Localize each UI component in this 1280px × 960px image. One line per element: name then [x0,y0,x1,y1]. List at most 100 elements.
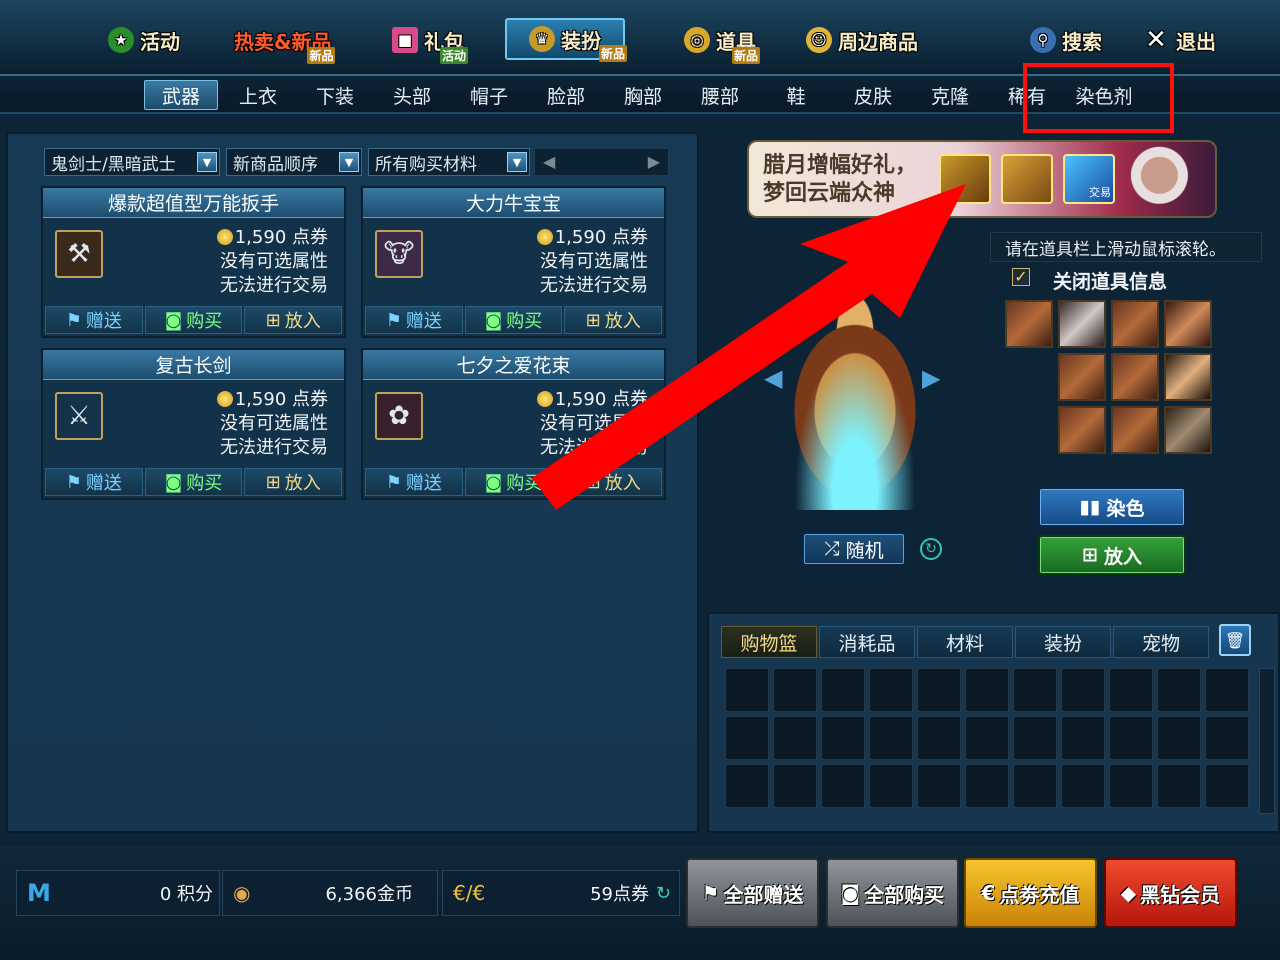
material-filter[interactable]: 所有购买材料 ▼ [368,148,530,176]
basket-slot[interactable] [1109,716,1153,760]
tab-head[interactable]: 头部 [375,80,449,110]
nav-search[interactable]: ⚲ 搜索 [1030,20,1102,60]
basket-slot[interactable] [1061,716,1105,760]
recharge-button[interactable]: € 点劵充值 [964,858,1097,928]
basket-slot[interactable] [917,668,961,712]
wrench-axe-icon[interactable]: ⚒ [55,230,103,278]
basket-slot[interactable] [725,716,769,760]
promo-banner[interactable]: 腊月增幅好礼， 梦回云端众神 交易 [747,140,1217,218]
basket-slot[interactable] [773,764,817,808]
vip-button[interactable]: ◆ 黑钻会员 [1104,858,1237,928]
basket-scrollbar[interactable] [1259,668,1275,814]
tab-waist[interactable]: 腰部 [683,80,757,110]
tab-consumables[interactable]: 消耗品 [819,626,915,658]
equip-slot[interactable] [1164,300,1212,348]
rotate-right-button[interactable]: ▶ [922,364,940,392]
flower-bouquet-icon[interactable]: ✿ [375,392,423,440]
equip-slot[interactable] [1111,300,1159,348]
close-info-checkbox[interactable]: ✓ [1012,268,1030,286]
tab-weapon[interactable]: 武器 [144,80,218,110]
put-button[interactable]: ⊞ 放入 [564,306,663,334]
equip-slot[interactable] [1058,353,1106,401]
put-button[interactable]: ⊞ 放入 [244,468,343,496]
buy-button[interactable]: ◙ 购买 [144,468,243,496]
basket-slot[interactable] [965,764,1009,808]
basket-slot[interactable] [773,716,817,760]
basket-slot[interactable] [965,716,1009,760]
buy-button[interactable]: ◙ 购买 [144,306,243,334]
tab-basket[interactable]: 购物篮 [721,626,817,658]
put-in-basket-button[interactable]: ⊞ 放入 [1038,535,1186,575]
basket-slot[interactable] [1013,764,1057,808]
gift-all-button[interactable]: ⚑ 全部赠送 [686,858,819,928]
basket-slot[interactable] [869,764,913,808]
basket-slot[interactable] [821,668,865,712]
basket-slot[interactable] [725,668,769,712]
equip-slot[interactable] [1058,406,1106,454]
tab-top[interactable]: 上衣 [221,80,295,110]
equip-slot[interactable] [1005,300,1053,348]
tab-skin[interactable]: 皮肤 [836,80,910,110]
equip-slot[interactable] [1058,300,1106,348]
tab-shoes[interactable]: 鞋 [759,80,833,110]
equip-slot[interactable] [1164,406,1212,454]
long-sword-icon[interactable]: ⚔ [55,392,103,440]
basket-slot[interactable] [821,764,865,808]
bull-doll-icon[interactable]: 🐮 [375,230,423,278]
character-filter[interactable]: 鬼剑士/黑暗武士 ▼ [44,148,220,176]
tab-face[interactable]: 脸部 [529,80,603,110]
gift-button[interactable]: ⚑ 赠送 [45,306,143,334]
gift-button[interactable]: ⚑ 赠送 [365,306,463,334]
refresh-icon[interactable]: ↻ [920,538,942,560]
basket-slot[interactable] [1205,716,1249,760]
nav-gift-pack[interactable]: ■ 礼包 活动 [392,20,468,64]
tab-bottom[interactable]: 下装 [298,80,372,110]
tab-chest[interactable]: 胸部 [606,80,680,110]
basket-slot[interactable] [1205,668,1249,712]
nav-exit[interactable]: ✕ 退出 [1142,20,1216,60]
nav-merch[interactable]: ☺ 周边商品 [806,20,918,60]
refresh-icon[interactable]: ↻ [656,883,671,904]
nav-hot-new[interactable]: 热卖&新品 新品 [234,20,336,64]
sort-filter[interactable]: 新商品顺序 ▼ [226,148,362,176]
put-button[interactable]: ⊞ 放入 [564,468,663,496]
tab-hat[interactable]: 帽子 [452,80,526,110]
basket-slot[interactable] [1157,764,1201,808]
gift-button[interactable]: ⚑ 赠送 [45,468,143,496]
buy-button[interactable]: ◙ 购买 [464,468,563,496]
prev-page-button[interactable]: ◀ [543,152,555,171]
buy-all-button[interactable]: ◙ 全部购买 [826,858,959,928]
equip-slot[interactable] [1111,406,1159,454]
next-page-button[interactable]: ▶ [648,152,660,171]
tab-clone[interactable]: 克隆 [913,80,987,110]
basket-slot[interactable] [869,668,913,712]
random-button[interactable]: ⤮ 随机 [802,532,906,566]
basket-slot[interactable] [1061,668,1105,712]
gift-button[interactable]: ⚑ 赠送 [365,468,463,496]
basket-slot[interactable] [773,668,817,712]
basket-slot[interactable] [1109,764,1153,808]
basket-slot[interactable] [965,668,1009,712]
nav-props[interactable]: ◎ 道具 新品 [684,20,760,64]
basket-slot[interactable] [917,764,961,808]
basket-slot[interactable] [1205,764,1249,808]
rotate-left-button[interactable]: ◀ [764,364,782,392]
basket-slot[interactable] [1157,668,1201,712]
tab-materials[interactable]: 材料 [917,626,1013,658]
basket-slot[interactable] [1013,716,1057,760]
tab-costume[interactable]: 装扮 [1015,626,1111,658]
basket-slot[interactable] [917,716,961,760]
basket-slot[interactable] [1013,668,1057,712]
basket-slot[interactable] [821,716,865,760]
basket-slot[interactable] [725,764,769,808]
equip-slot[interactable] [1111,353,1159,401]
dye-button[interactable]: ▮▮ 染色 [1038,487,1186,527]
basket-slot[interactable] [1109,668,1153,712]
put-button[interactable]: ⊞ 放入 [244,306,343,334]
basket-slot[interactable] [869,716,913,760]
nav-costume[interactable]: ♛ 装扮 新品 [505,18,627,62]
basket-slot[interactable] [1061,764,1105,808]
basket-slot[interactable] [1157,716,1201,760]
buy-button[interactable]: ◙ 购买 [464,306,563,334]
equip-slot[interactable] [1164,353,1212,401]
